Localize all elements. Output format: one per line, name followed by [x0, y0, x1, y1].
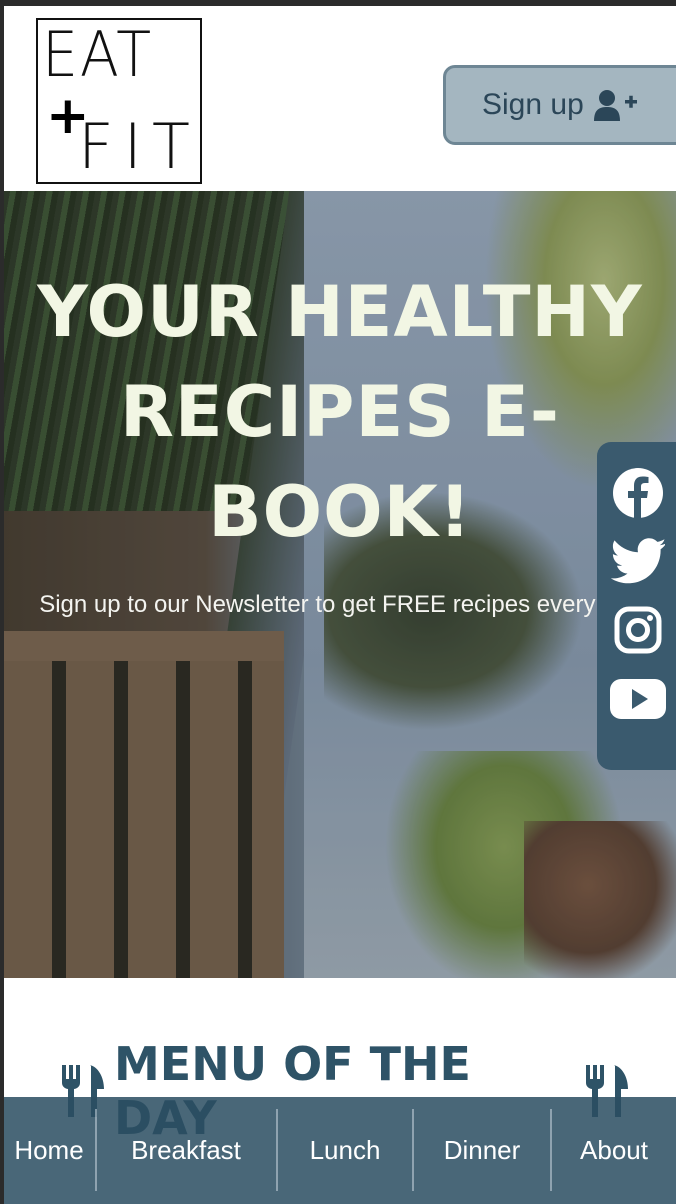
instagram-link[interactable] [611, 605, 665, 659]
instagram-icon [614, 606, 662, 658]
social-sidebar [597, 442, 676, 770]
nav-breakfast[interactable]: Breakfast [97, 1097, 275, 1204]
twitter-icon [610, 538, 667, 588]
nav-dinner[interactable]: Dinner [414, 1097, 550, 1204]
user-plus-icon [593, 89, 638, 121]
hero-subtitle: Sign up to our Newsletter to get FREE re… [39, 591, 641, 618]
youtube-link[interactable] [609, 674, 667, 728]
site-logo[interactable]: EAT + FIT [36, 18, 202, 184]
bottom-navigation: Home Breakfast Lunch Dinner About [4, 1097, 676, 1204]
signup-button[interactable]: Sign up [443, 65, 676, 145]
nav-lunch[interactable]: Lunch [278, 1097, 412, 1204]
signup-label: Sign up [482, 88, 584, 121]
hero-title: YOUR HEALTHY RECIPES E-BOOK! [0, 262, 676, 562]
twitter-link[interactable] [610, 536, 667, 590]
youtube-icon [609, 678, 667, 724]
facebook-link[interactable] [611, 468, 665, 522]
logo-text-eat: EAT [42, 18, 154, 91]
hero-title-line-2: RECIPES E-BOOK! [120, 371, 560, 553]
logo-text-fit: FIT [78, 110, 200, 183]
window-top-edge [0, 0, 676, 6]
facebook-icon [612, 467, 664, 523]
nav-about[interactable]: About [552, 1097, 676, 1204]
nav-home[interactable]: Home [4, 1097, 94, 1204]
hero-title-line-1: YOUR HEALTHY [37, 271, 643, 353]
